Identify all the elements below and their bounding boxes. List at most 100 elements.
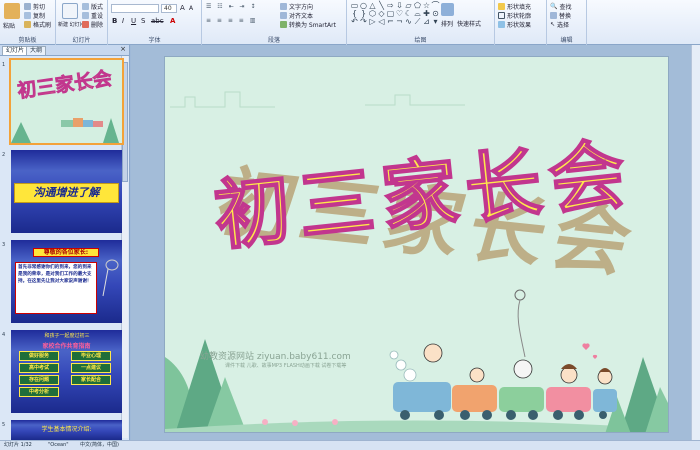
font-name-input[interactable] <box>111 4 159 13</box>
thumb-1-illustration <box>11 118 119 143</box>
cut-label: 剪切 <box>33 4 46 11</box>
shrink-font-button[interactable]: A <box>189 5 193 12</box>
net-icon <box>102 259 119 297</box>
shadow-button[interactable]: S <box>141 17 145 25</box>
drawing-group: ▭ ○ △ ╲ ⇨ ⇩ ▱ ⬠ ☆ ⌒ {} ⬡ ◇ ▢ ♡ ☾ ⌓ ✚ ⊙ ↶ ↷ ▷ ◁ ⌐ ¬ ∿ ⟋ ⊿ ▾ 排列 快速样式… <box>347 0 495 45</box>
thumb-item: 存在问题 <box>19 375 59 385</box>
brush-icon <box>24 21 31 28</box>
thumb-body: 首先非常感谢你们的到来，您的到来是我的荣幸，是对我们工作的最大支持。在这里先让我… <box>15 262 97 314</box>
layout-label: 版式 <box>91 4 104 11</box>
strikethrough-button[interactable]: abc <box>151 17 164 25</box>
cut-button[interactable]: 剪切 <box>24 2 45 11</box>
align-text-button[interactable]: 对齐文本 <box>280 11 313 20</box>
slide-number: 1 <box>2 62 6 68</box>
format-painter-label: 格式刷 <box>33 22 52 29</box>
reset-icon <box>82 12 89 19</box>
new-slide-button[interactable]: 新建 幻灯片 <box>58 21 85 28</box>
paste-button[interactable]: 粘贴 <box>3 21 15 30</box>
grow-font-button[interactable]: A <box>180 4 185 12</box>
scrollbar-thumb[interactable] <box>122 62 128 182</box>
thumbnail-scrollbar[interactable] <box>121 56 128 438</box>
shape-format-group: 形状填充 形状轮廓 形状效果 <box>495 0 547 45</box>
shape-outline-label: 形状轮廓 <box>507 13 532 20</box>
paragraph-group: ☰ ☷ ⇤ ⇥ ↕ ≡ ≡ ≡ ≡ ▥ 文字方向 对齐文本 转换为 SmartA… <box>202 0 347 45</box>
reset-button[interactable]: 重设 <box>82 11 103 20</box>
thumb-item: 高中考试 <box>19 363 59 373</box>
shape-fill-button[interactable]: 形状填充 <box>498 2 531 11</box>
outline-icon <box>498 12 505 19</box>
clipboard-group: 粘贴 剪切 复制 格式刷 剪贴板 <box>0 0 56 45</box>
slide-thumbnail-2[interactable]: 沟通增进了解 <box>11 150 122 233</box>
convert-smartart-button[interactable]: 转换为 SmartArt <box>280 20 336 29</box>
watermark-text: 幼教资源网站 ziyuan.baby611.com <box>200 352 351 362</box>
slide-thumbnail-pane: 幻灯片 大纲 × 1 初三家长会 2 沟通增进了解 3 尊敬的各位家长: 首先非… <box>0 45 130 440</box>
shapes-gallery[interactable]: ▭ ○ △ ╲ ⇨ ⇩ ▱ ⬠ ☆ ⌒ {} ⬡ ◇ ▢ ♡ ☾ ⌓ ✚ ⊙ ↶ ↷ ▷ ◁ ⌐ ¬ ∿ ⟋ ⊿ ▾ <box>350 2 440 26</box>
select-label: 选择 <box>557 22 570 29</box>
arrange-button[interactable]: 排列 <box>441 19 453 28</box>
thumb-left-column: 做好服务 高中考试 存在问题 中考分析 <box>19 351 59 399</box>
current-slide[interactable]: 初三家长会 初三家长会 幼教资源网站 ziyuan.baby611.com 课件… <box>164 56 669 433</box>
quick-styles-button[interactable]: 快速样式 <box>457 19 481 28</box>
replace-button[interactable]: 替换 <box>550 11 571 20</box>
slide-scrollbar[interactable] <box>691 45 700 440</box>
copy-button[interactable]: 复制 <box>24 11 45 20</box>
slide-number: 5 <box>2 422 6 428</box>
select-button[interactable]: ↖ 选择 <box>550 20 569 29</box>
layout-button[interactable]: 版式 <box>82 2 103 11</box>
clipboard-group-label: 剪贴板 <box>18 37 37 44</box>
find-button[interactable]: 🔍 查找 <box>550 2 572 11</box>
copy-icon <box>24 12 31 19</box>
slide-thumbnail-5[interactable]: 学生基本情况介绍: <box>11 420 122 440</box>
slide-thumbnail-4[interactable]: 和孩子一起度过初三 家校合作共育指南 做好服务 高中考试 存在问题 中考分析 毕… <box>11 330 122 413</box>
slide-thumbnail-3[interactable]: 尊敬的各位家长: 首先非常感谢你们的到来，您的到来是我的荣幸，是对我们工作的最大… <box>11 240 122 323</box>
text-direction-icon <box>280 3 287 10</box>
new-slide-label: 新建 幻灯片 <box>58 22 85 28</box>
font-size-input[interactable]: 40 <box>161 4 177 13</box>
shape-outline-button[interactable]: 形状轮廓 <box>498 11 531 20</box>
format-painter-button[interactable]: 格式刷 <box>24 20 51 29</box>
editing-group: 🔍 查找 替换 ↖ 选择 编辑 <box>547 0 587 45</box>
thumb-title: 学生基本情况介绍: <box>41 426 92 433</box>
drawing-group-label: 绘图 <box>414 37 427 44</box>
text-direction-button[interactable]: 文字方向 <box>280 2 313 11</box>
replace-icon <box>550 12 557 19</box>
paste-icon <box>4 3 20 19</box>
align-text-label: 对齐文本 <box>289 13 314 20</box>
thumb-item: 一点建议 <box>71 363 111 373</box>
slides-group: 新建 幻灯片 版式 重设 删除 幻灯片 <box>56 0 108 45</box>
find-label: 查找 <box>559 4 572 11</box>
cursor-icon: ↖ <box>550 21 556 28</box>
slide-editing-area: 初三家长会 初三家长会 幼教资源网站 ziyuan.baby611.com 课件… <box>131 45 700 440</box>
shape-effects-button[interactable]: 形状效果 <box>498 20 531 29</box>
paragraph-group-label: 段落 <box>267 37 280 44</box>
font-group: 40 A A B I U S abc A 字体 <box>108 0 202 45</box>
reset-label: 重设 <box>91 13 104 20</box>
bold-button[interactable]: B <box>112 17 117 25</box>
tab-slides[interactable]: 幻灯片 <box>2 46 29 55</box>
delete-button[interactable]: 删除 <box>82 20 103 29</box>
thumb-item: 做好服务 <box>19 351 59 361</box>
thumb-title: 沟通增进了解 <box>14 183 119 203</box>
slides-group-label: 幻灯片 <box>72 37 91 44</box>
quick-styles-label: 快速样式 <box>457 21 482 28</box>
close-pane-icon[interactable]: × <box>120 45 126 53</box>
italic-button[interactable]: I <box>122 17 124 25</box>
underline-button[interactable]: U <box>131 17 136 25</box>
copy-label: 复制 <box>33 13 46 20</box>
thumb-right-column: 毕业心理 一点建议 家长配合 <box>71 351 111 387</box>
tab-outline[interactable]: 大纲 <box>26 46 47 55</box>
shape-fill-label: 形状填充 <box>507 4 532 11</box>
pane-tabs: 幻灯片 大纲 × <box>0 45 129 56</box>
align-buttons[interactable]: ≡ ≡ ≡ ≡ ▥ <box>206 17 257 24</box>
smartart-icon <box>280 21 287 28</box>
new-slide-icon <box>62 3 78 19</box>
slide-number: 4 <box>2 332 6 338</box>
convert-smartart-label: 转换为 SmartArt <box>289 22 336 29</box>
list-buttons[interactable]: ☰ ☷ ⇤ ⇥ ↕ <box>206 3 257 10</box>
text-direction-label: 文字方向 <box>289 4 314 11</box>
font-color-button[interactable]: A <box>170 17 175 25</box>
thumb-subtitle: 家校合作共育指南 <box>42 343 91 350</box>
slide-thumbnail-1[interactable]: 初三家长会 <box>9 58 124 145</box>
ribbon: 粘贴 剪切 复制 格式刷 剪贴板 新建 幻灯片 版式 重设 删除 幻灯片 40 … <box>0 0 700 45</box>
thumb-item: 中考分析 <box>19 387 59 397</box>
